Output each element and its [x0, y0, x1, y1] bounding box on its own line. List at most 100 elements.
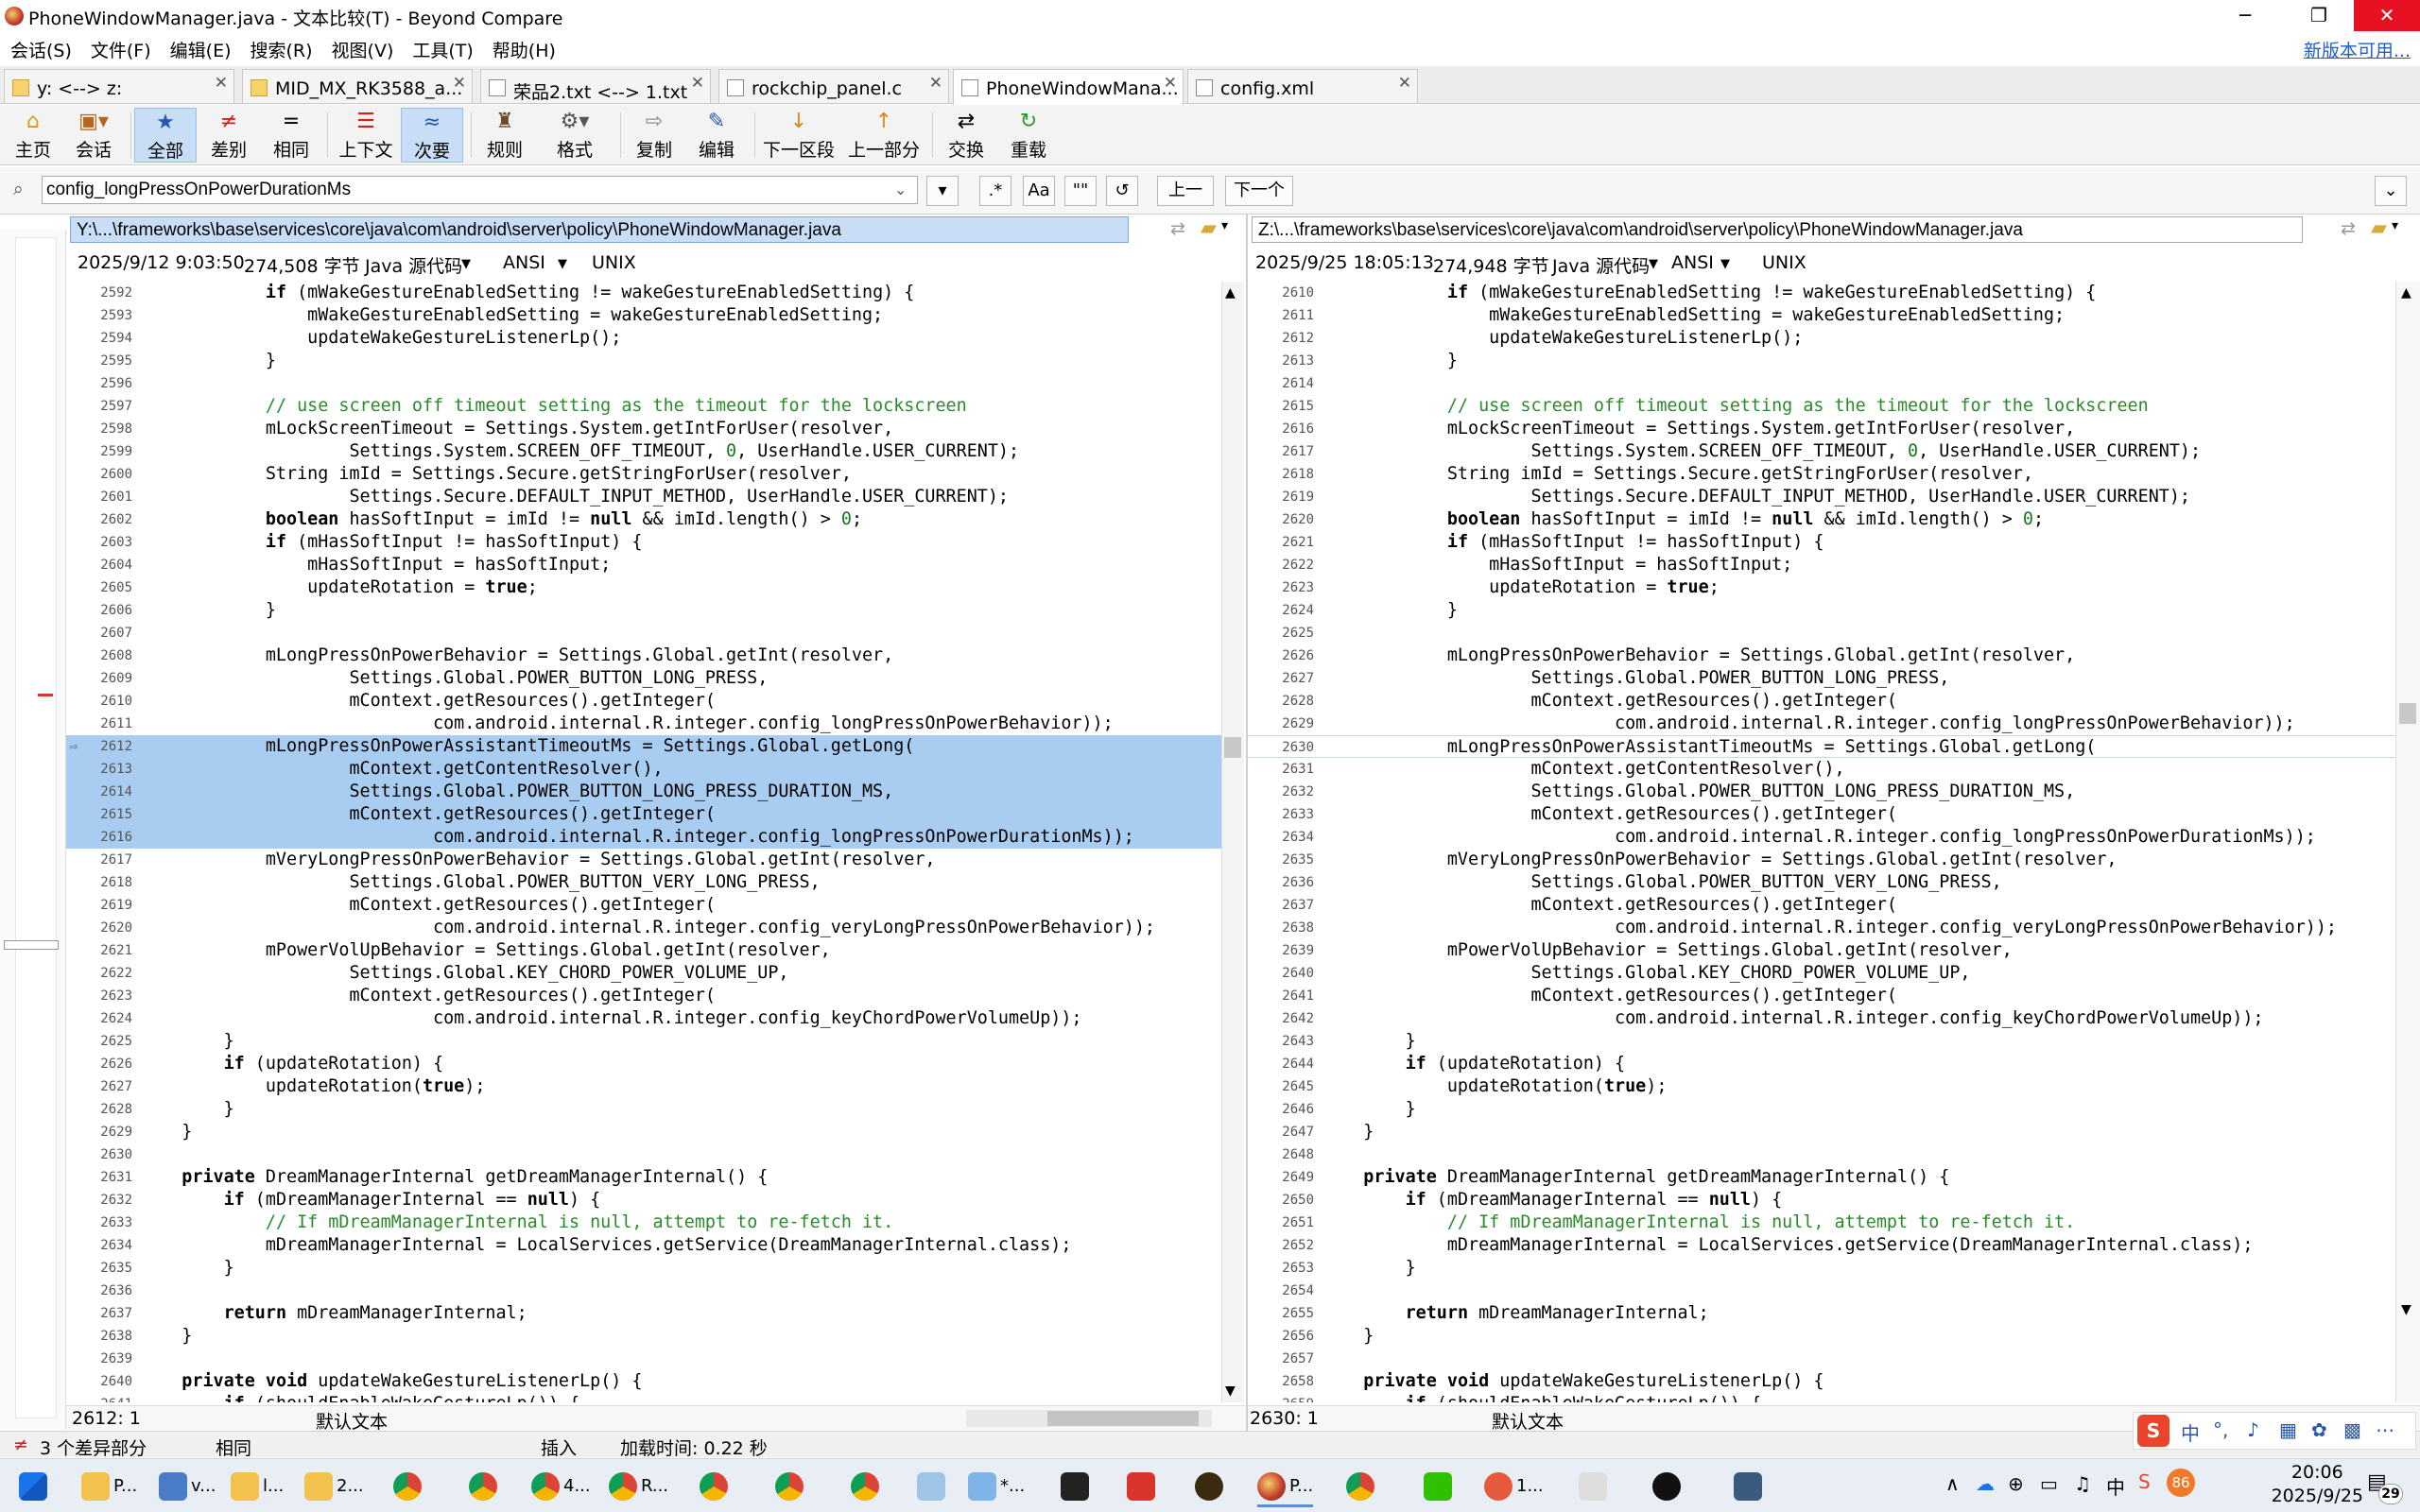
taskbar-chrome-5[interactable] — [700, 1466, 732, 1507]
swap-button[interactable]: ⇄ 交换 — [938, 108, 994, 163]
taskbar-app-2[interactable] — [1734, 1466, 1766, 1507]
code-line[interactable]: 2595 } — [66, 350, 1221, 372]
taskbar-clock[interactable]: 20:06 2025/9/25 — [2272, 1461, 2363, 1508]
tray-expand-icon[interactable]: ∧ — [1945, 1472, 1960, 1495]
whole-word-toggle[interactable]: "" — [1064, 176, 1097, 206]
filter-dropdown-button[interactable]: ▾ — [926, 176, 959, 206]
code-line[interactable]: 2633 mContext.getResources().getInteger( — [1248, 803, 2395, 826]
code-line[interactable]: 2601 Settings.Secure.DEFAULT_INPUT_METHO… — [66, 486, 1221, 508]
code-line[interactable]: 2637 mContext.getResources().getInteger( — [1248, 894, 2395, 917]
session-button[interactable]: ▣▾ 会话 — [62, 108, 125, 163]
right-code-view[interactable]: 2610 if (mWakeGestureEnabledSetting != w… — [1248, 282, 2395, 1402]
code-line[interactable]: 2629 } — [66, 1121, 1221, 1143]
taskbar-wps[interactable] — [1127, 1466, 1159, 1507]
code-line[interactable]: 2615 // use screen off timeout setting a… — [1248, 395, 2395, 418]
prev-section-button[interactable]: ↑ 上一部分 — [845, 108, 923, 163]
right-vertical-scrollbar[interactable]: ▲ ▼ — [2395, 282, 2420, 1402]
code-line[interactable]: 2638 com.android.internal.R.integer.conf… — [1248, 917, 2395, 939]
code-line[interactable]: 2629 com.android.internal.R.integer.conf… — [1248, 713, 2395, 735]
code-line[interactable]: 2636 Settings.Global.POWER_BUTTON_VERY_L… — [1248, 871, 2395, 894]
rules-button[interactable]: ♜ 规则 — [476, 108, 533, 163]
tab-close-icon[interactable]: ✕ — [453, 74, 466, 93]
code-line[interactable]: 2603 if (mHasSoftInput != hasSoftInput) … — [66, 531, 1221, 554]
code-line[interactable]: 2647 } — [1248, 1121, 2395, 1143]
code-line[interactable]: 2640 Settings.Global.KEY_CHORD_POWER_VOL… — [1248, 962, 2395, 985]
code-line[interactable]: 2632 Settings.Global.POWER_BUTTON_LONG_P… — [1248, 781, 2395, 803]
code-line[interactable]: 2610 mContext.getResources().getInteger( — [66, 690, 1221, 713]
code-line[interactable]: 2618 String imId = Settings.Secure.getSt… — [1248, 463, 2395, 486]
taskbar-wechat[interactable] — [1424, 1466, 1456, 1507]
left-path-input[interactable]: Y:\...\frameworks\base\services\core\jav… — [70, 216, 1129, 243]
taskbar-beyond-compare[interactable]: P... — [1257, 1466, 1314, 1507]
code-line[interactable]: 2596 — [66, 372, 1221, 395]
code-line[interactable]: 2628 } — [66, 1098, 1221, 1121]
code-line[interactable]: 2599 Settings.System.SCREEN_OFF_TIMEOUT,… — [66, 440, 1221, 463]
taskbar-chrome-1[interactable] — [393, 1466, 425, 1507]
code-line[interactable]: 2649 private DreamManagerInternal getDre… — [1248, 1166, 2395, 1189]
chevron-down-icon[interactable]: ▼ — [461, 257, 471, 271]
code-line[interactable]: 2643 } — [1248, 1030, 2395, 1053]
code-line[interactable]: 2654 — [1248, 1280, 2395, 1302]
left-language[interactable]: Java 源代码 — [365, 252, 462, 278]
code-line[interactable]: 2617 Settings.System.SCREEN_OFF_TIMEOUT,… — [1248, 440, 2395, 463]
code-line[interactable]: 2620 com.android.internal.R.integer.conf… — [66, 917, 1221, 939]
code-line[interactable]: 2597 // use screen off timeout setting a… — [66, 395, 1221, 418]
menu-view[interactable]: 视图(V) — [321, 34, 403, 62]
code-line[interactable]: 2618 Settings.Global.POWER_BUTTON_VERY_L… — [66, 871, 1221, 894]
menu-edit[interactable]: 编辑(E) — [160, 34, 240, 62]
tab-close-icon[interactable]: ✕ — [691, 74, 704, 93]
menu-file[interactable]: 文件(F) — [80, 34, 160, 62]
keyboard-icon[interactable]: ▦ — [2279, 1418, 2297, 1441]
code-line[interactable]: 2652 mDreamManagerInternal = LocalServic… — [1248, 1234, 2395, 1257]
taskbar-tools[interactable] — [1579, 1466, 1611, 1507]
ime-mode[interactable]: 中 — [2181, 1418, 2200, 1446]
context-button[interactable]: ☰ 上下文 — [333, 108, 399, 163]
next-section-button[interactable]: ↓ 下一区段 — [760, 108, 838, 163]
taskbar-notepad[interactable]: *... — [968, 1466, 1025, 1507]
code-line[interactable]: 2641 if (shouldEnableWakeGestureLp()) { — [66, 1393, 1221, 1402]
taskbar-chrome-7[interactable] — [851, 1466, 883, 1507]
regex-toggle[interactable]: .* — [979, 176, 1011, 206]
update-available-link[interactable]: 新版本可用... — [2304, 37, 2411, 62]
code-line[interactable]: 2635 mVeryLongPressOnPowerBehavior = Set… — [1248, 849, 2395, 871]
taskbar-chrome-6[interactable] — [775, 1466, 807, 1507]
code-line[interactable]: 2633 // If mDreamManagerInternal is null… — [66, 1211, 1221, 1234]
collapse-button[interactable]: ⌄ — [2375, 176, 2407, 206]
left-vertical-scrollbar[interactable]: ▲ ▼ — [1221, 282, 1244, 1402]
code-line[interactable]: 2656 } — [1248, 1325, 2395, 1348]
find-prev-button[interactable]: 上一 — [1157, 176, 1214, 206]
code-line[interactable]: 2631 private DreamManagerInternal getDre… — [66, 1166, 1221, 1189]
tab-mid-mx[interactable]: MID_MX_RK3588_a... ✕ — [242, 69, 473, 103]
left-code-view[interactable]: 2592 if (mWakeGestureEnabledSetting != w… — [66, 282, 1221, 1402]
scroll-thumb[interactable] — [1047, 1411, 1199, 1426]
code-line[interactable]: 2627 updateRotation(true); — [66, 1075, 1221, 1098]
code-line[interactable]: 2611 com.android.internal.R.integer.conf… — [66, 713, 1221, 735]
maximize-button[interactable]: ❐ — [2282, 0, 2356, 31]
copy-button[interactable]: ⇨ 复制 — [626, 108, 683, 163]
code-line[interactable]: 2642 com.android.internal.R.integer.conf… — [1248, 1007, 2395, 1030]
code-line[interactable]: 2646 } — [1248, 1098, 2395, 1121]
taskbar-chrome-8[interactable] — [1346, 1466, 1378, 1507]
code-line[interactable]: 2602 boolean hasSoftInput = imId != null… — [66, 508, 1221, 531]
code-line[interactable]: 2622 mHasSoftInput = hasSoftInput; — [1248, 554, 2395, 576]
code-line[interactable]: 2630 mLongPressOnPowerAssistantTimeoutMs… — [1248, 735, 2395, 758]
tab-close-icon[interactable]: ✕ — [929, 74, 942, 93]
code-line[interactable]: 2592 if (mWakeGestureEnabledSetting != w… — [66, 282, 1221, 304]
code-line[interactable]: 2606 } — [66, 599, 1221, 622]
code-line[interactable]: 2650 if (mDreamManagerInternal == null) … — [1248, 1189, 2395, 1211]
volume-icon[interactable]: ♫ — [2074, 1472, 2091, 1495]
ime-toolbar[interactable]: S 中 °, ♪ ▦ ✿ ▩ ⋯ — [2133, 1412, 2416, 1450]
code-line[interactable]: 2645 updateRotation(true); — [1248, 1075, 2395, 1098]
code-line[interactable]: 2615 mContext.getResources().getInteger( — [66, 803, 1221, 826]
code-line[interactable]: 2609 Settings.Global.POWER_BUTTON_LONG_P… — [66, 667, 1221, 690]
temperature-badge[interactable]: 86 — [2167, 1469, 2195, 1497]
show-all-button[interactable]: ★ 全部 — [134, 108, 197, 163]
show-diffs-button[interactable]: ≠ 差别 — [200, 108, 257, 163]
code-line[interactable]: 2614 Settings.Global.POWER_BUTTON_LONG_P… — [66, 781, 1221, 803]
taskbar-chrome-2[interactable] — [469, 1466, 501, 1507]
code-line[interactable]: 2619 mContext.getResources().getInteger( — [66, 894, 1221, 917]
code-line[interactable]: 2623 mContext.getResources().getInteger( — [66, 985, 1221, 1007]
scroll-thumb[interactable] — [1224, 737, 1241, 758]
ime-tray-icon[interactable]: 中 — [2106, 1472, 2125, 1500]
refresh-filter-button[interactable]: ↺ — [1106, 176, 1138, 206]
